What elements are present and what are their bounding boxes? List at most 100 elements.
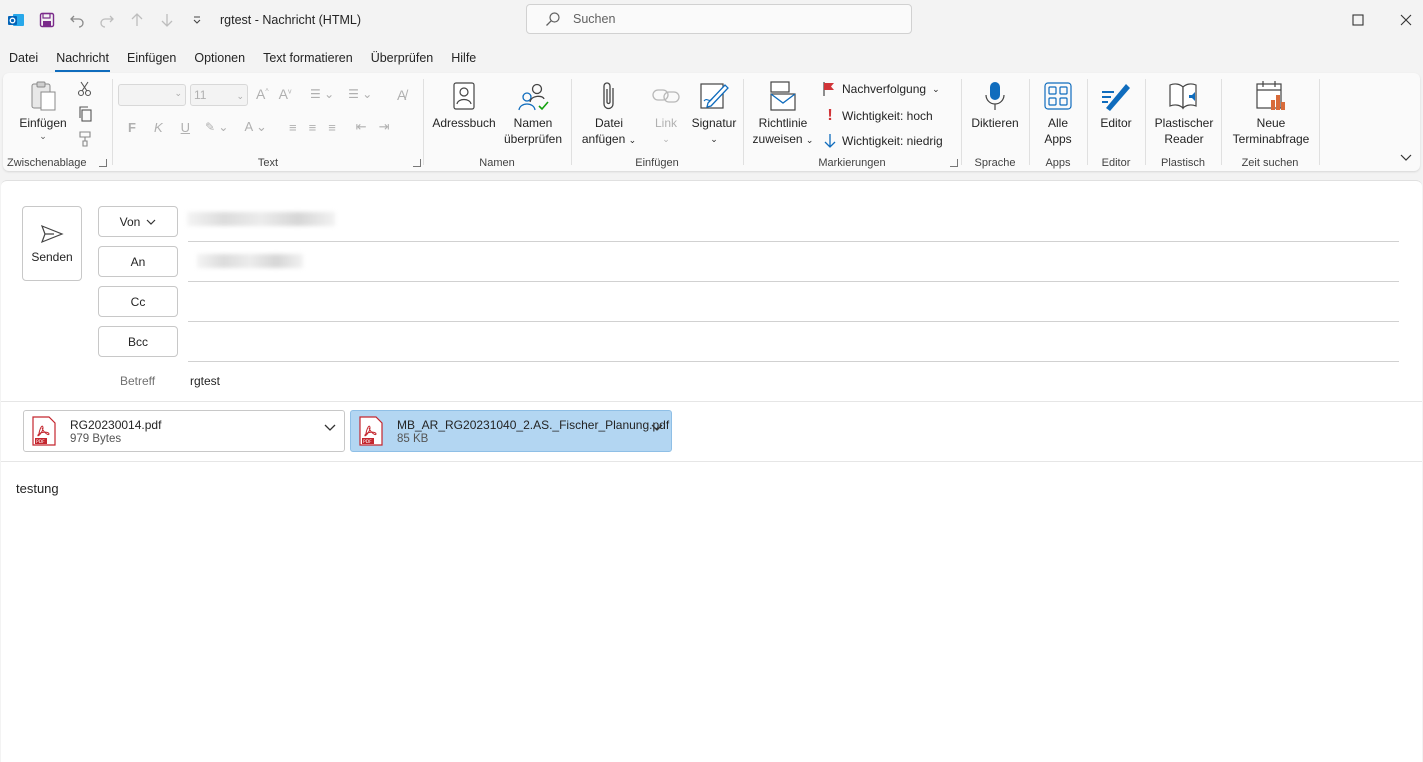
paste-button[interactable]: Einfügen ⌄ bbox=[17, 79, 69, 141]
immersive-reader-button[interactable]: Plastischer Reader bbox=[1148, 79, 1220, 147]
arrow-down-icon[interactable] bbox=[158, 11, 176, 29]
collapse-ribbon-icon[interactable] bbox=[1400, 151, 1412, 165]
cc-button[interactable]: Cc bbox=[98, 286, 178, 317]
send-button[interactable]: Senden bbox=[22, 206, 82, 281]
link-icon bbox=[650, 79, 682, 113]
font-size-select[interactable]: 11 ⌄ bbox=[190, 84, 248, 106]
group-immersive: Plastischer Reader Plastisch bbox=[1146, 73, 1220, 171]
pdf-file-icon: PDF bbox=[32, 416, 56, 446]
chevron-down-icon: ⌄ bbox=[39, 131, 47, 141]
link-button[interactable]: Link ⌄ bbox=[642, 79, 690, 147]
align-center-icon[interactable]: ≡ bbox=[309, 120, 317, 135]
group-label-tags: Markierungen bbox=[818, 157, 886, 169]
from-button[interactable]: Von bbox=[98, 206, 178, 237]
bullets-icon[interactable]: ☰ ⌄ bbox=[310, 87, 334, 101]
group-label-schedule: Zeit suchen bbox=[1241, 157, 1299, 169]
clear-formatting-icon[interactable]: A̸ bbox=[397, 87, 406, 103]
exclamation-icon: ! bbox=[827, 107, 833, 124]
new-poll-button[interactable]: Neue Terminabfrage bbox=[1226, 79, 1316, 147]
italic-button[interactable]: K bbox=[154, 120, 163, 135]
apps-grid-icon bbox=[1042, 79, 1074, 113]
attachment-item[interactable]: PDF RG20230014.pdf 979 Bytes bbox=[23, 410, 345, 452]
group-label-apps: Apps bbox=[1045, 157, 1071, 169]
importance-low-button[interactable]: Wichtigkeit: niedrig bbox=[824, 133, 943, 149]
maximize-icon[interactable] bbox=[1348, 10, 1368, 30]
font-color-icon[interactable]: A ⌄ bbox=[244, 119, 266, 135]
bcc-button[interactable]: Bcc bbox=[98, 326, 178, 357]
underline-button[interactable]: U bbox=[181, 120, 190, 135]
align-right-icon[interactable]: ≡ bbox=[328, 120, 336, 135]
shrink-font-icon[interactable]: Av bbox=[279, 86, 292, 102]
assign-policy-button[interactable]: Richtlinie zuweisen ⌄ bbox=[748, 79, 818, 148]
search-icon bbox=[546, 12, 560, 26]
format-painter-icon[interactable] bbox=[77, 131, 93, 150]
to-recipient-redacted[interactable] bbox=[197, 254, 303, 268]
attachment-name: MB_AR_RG20231040_2.AS._Fischer_Planung.p… bbox=[397, 417, 670, 432]
tab-text-formatieren[interactable]: Text formatieren bbox=[254, 46, 362, 70]
to-button[interactable]: An bbox=[98, 246, 178, 277]
editor-button[interactable]: Editor bbox=[1094, 79, 1138, 131]
group-clipboard: Einfügen ⌄ Zwischenablage bbox=[3, 73, 111, 171]
redo-icon[interactable] bbox=[98, 11, 116, 29]
cut-icon[interactable] bbox=[77, 81, 93, 100]
increase-indent-icon[interactable]: ⇥ bbox=[379, 119, 390, 135]
chevron-down-icon[interactable] bbox=[324, 424, 336, 432]
all-apps-button[interactable]: Alle Apps bbox=[1036, 79, 1080, 147]
signature-icon bbox=[698, 79, 730, 113]
from-address-redacted bbox=[187, 212, 335, 226]
field-divider bbox=[188, 281, 1399, 282]
dictate-button[interactable]: Diktieren bbox=[967, 79, 1023, 131]
bold-button[interactable]: F bbox=[128, 120, 136, 135]
decrease-indent-icon[interactable]: ⇤ bbox=[356, 119, 367, 135]
address-book-button[interactable]: Adressbuch bbox=[431, 79, 497, 131]
chevron-down-icon: ⌄ bbox=[805, 135, 814, 145]
font-name-select[interactable]: ⌄ bbox=[118, 84, 186, 106]
align-left-icon[interactable]: ≡ bbox=[289, 120, 297, 135]
chevron-down-icon: ⌄ bbox=[932, 83, 940, 94]
importance-high-button[interactable]: ! Wichtigkeit: hoch bbox=[824, 107, 932, 125]
separator bbox=[1319, 79, 1320, 165]
tags-launcher-icon[interactable] bbox=[950, 159, 958, 167]
divider bbox=[1, 461, 1422, 462]
paperclip-icon bbox=[593, 79, 625, 113]
compose-pane: Senden Von An Cc Bcc Betreff rgtest PDF … bbox=[1, 180, 1422, 762]
customize-toolbar-icon[interactable] bbox=[188, 11, 206, 29]
check-names-button[interactable]: Namen überprüfen bbox=[500, 79, 566, 147]
immersive-reader-icon bbox=[1168, 79, 1200, 113]
follow-up-button[interactable]: Nachverfolgung ⌄ bbox=[822, 81, 940, 97]
close-icon[interactable] bbox=[1396, 10, 1416, 30]
attachment-item-selected[interactable]: PDF MB_AR_RG20231040_2.AS._Fischer_Planu… bbox=[350, 410, 672, 452]
chevron-down-icon bbox=[146, 219, 156, 225]
save-icon[interactable] bbox=[38, 11, 56, 29]
numbering-icon[interactable]: ☰ ⌄ bbox=[348, 87, 372, 101]
chevron-down-icon: ⌄ bbox=[174, 88, 182, 98]
clipboard-launcher-icon[interactable] bbox=[99, 159, 107, 167]
undo-icon[interactable] bbox=[68, 11, 86, 29]
attach-file-button[interactable]: Datei anfügen ⌄ bbox=[577, 79, 641, 148]
grow-font-icon[interactable]: A^ bbox=[256, 86, 269, 102]
tab-optionen[interactable]: Optionen bbox=[185, 46, 254, 70]
policy-icon bbox=[767, 79, 799, 113]
tab-datei[interactable]: Datei bbox=[0, 46, 47, 70]
message-body[interactable]: testung bbox=[16, 481, 59, 496]
tab-einfuegen[interactable]: Einfügen bbox=[118, 46, 185, 70]
arrow-up-icon[interactable] bbox=[128, 11, 146, 29]
signature-button[interactable]: Signatur ⌄ bbox=[686, 79, 742, 147]
chevron-down-icon[interactable] bbox=[651, 424, 663, 432]
tab-hilfe[interactable]: Hilfe bbox=[442, 46, 485, 70]
highlight-icon[interactable]: ✎ ⌄ bbox=[205, 120, 228, 134]
group-label-text: Text bbox=[257, 157, 279, 169]
copy-icon[interactable] bbox=[77, 106, 93, 125]
menu-tabs: Datei Nachricht Einfügen Optionen Text f… bbox=[0, 46, 485, 72]
search-input[interactable]: Suchen bbox=[526, 4, 912, 34]
chevron-down-icon: ⌄ bbox=[710, 134, 718, 144]
send-icon bbox=[40, 224, 64, 243]
ribbon: Einfügen ⌄ Zwischenablage ⌄ 11 ⌄ A^ Av ☰… bbox=[3, 73, 1420, 171]
tab-ueberpruefen[interactable]: Überprüfen bbox=[362, 46, 443, 70]
text-launcher-icon[interactable] bbox=[413, 159, 421, 167]
group-label-insert: Einfügen bbox=[635, 157, 679, 169]
tab-nachricht[interactable]: Nachricht bbox=[47, 46, 118, 72]
subject-input[interactable]: rgtest bbox=[190, 374, 220, 388]
group-voice: Diktieren Sprache bbox=[962, 73, 1028, 171]
check-names-icon bbox=[517, 79, 549, 113]
